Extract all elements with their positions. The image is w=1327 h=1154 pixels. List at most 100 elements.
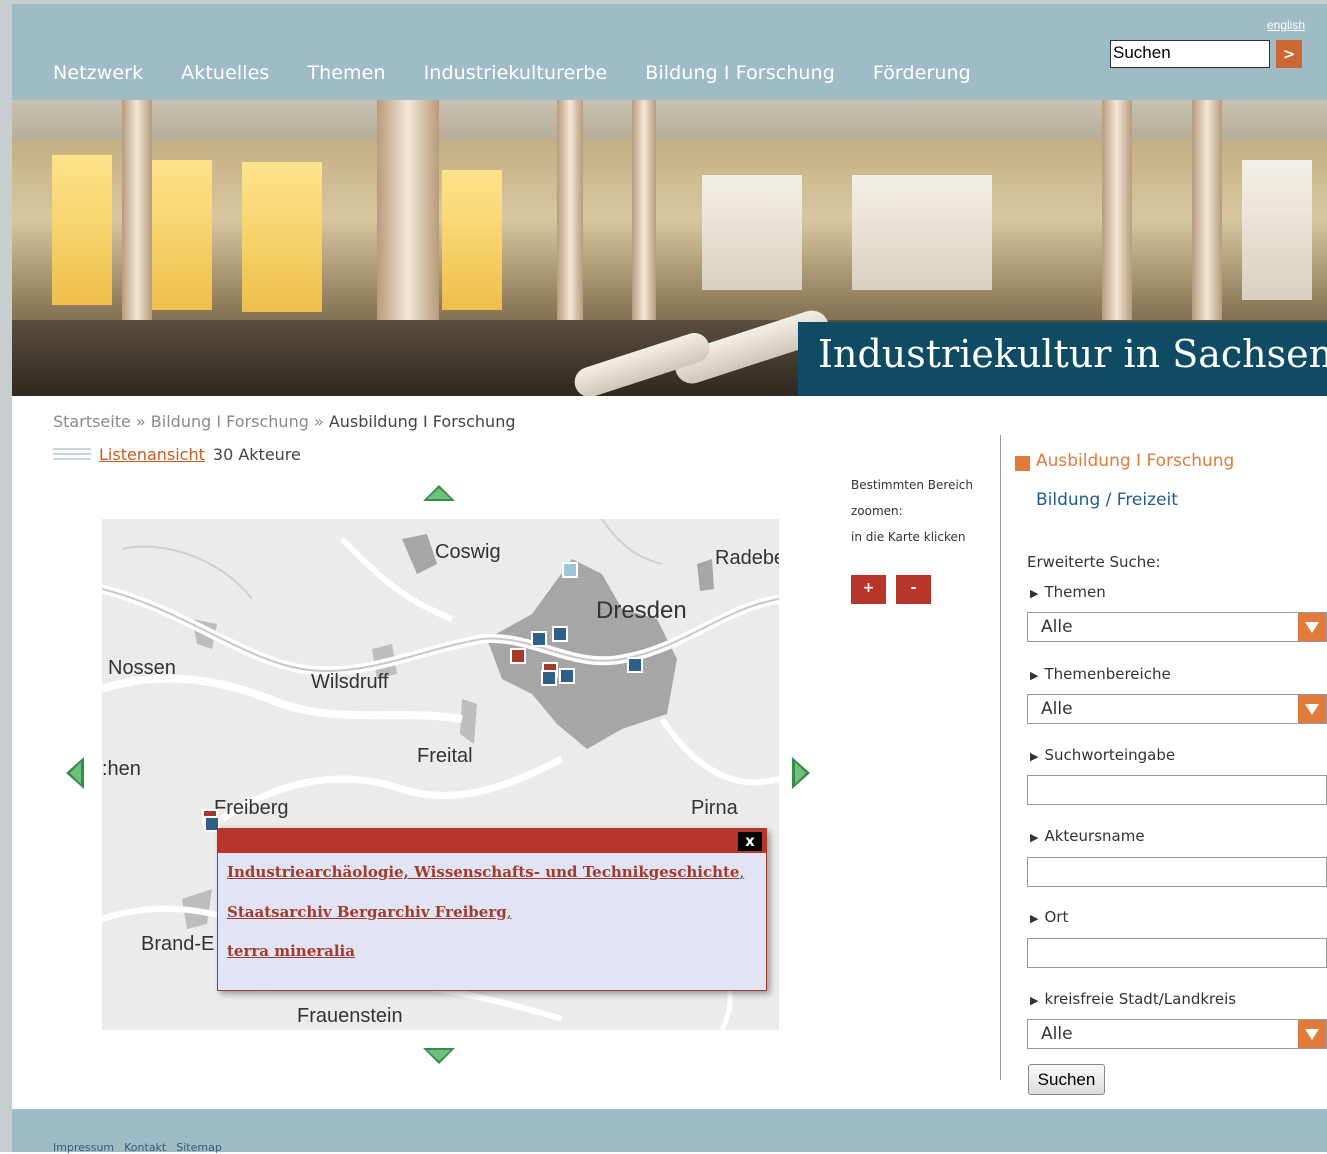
breadcrumb: Startseite » Bildung I Forschung » Ausbi… [53, 412, 516, 431]
map-pan-down-icon[interactable] [421, 1046, 457, 1066]
hero-window [142, 160, 212, 310]
site-title: Industriekultur in Sachsen [818, 332, 1327, 376]
popup-link-comma: , [506, 903, 512, 921]
map-marker[interactable] [562, 562, 578, 578]
footer-link-impressum[interactable]: Impressum [53, 1141, 114, 1154]
filter-label-akteursname: Akteursname [1030, 827, 1144, 845]
map-pan-right-icon[interactable] [790, 755, 812, 791]
hero-window [442, 170, 502, 310]
filter-label-ort: Ort [1030, 908, 1068, 926]
nav-item-bildung-forschung[interactable]: Bildung I Forschung [645, 62, 835, 84]
breadcrumb-separator: » [308, 412, 329, 431]
list-view-icon[interactable] [53, 446, 91, 464]
nav-item-foerderung[interactable]: Förderung [873, 62, 971, 84]
map-label-dresden: Dresden [596, 597, 687, 624]
footer-links: Impressum Kontakt Sitemap [53, 1141, 222, 1154]
popup-link-terra-mineralia[interactable]: terra mineralia [227, 942, 355, 960]
themenbereiche-select-value: Alle [1041, 699, 1073, 719]
hero-pillar [1192, 100, 1222, 320]
map-info-popup: x Industriearchäologie, Wissenschafts- u… [217, 828, 767, 991]
zoom-hint-line3: in die Karte klicken [851, 530, 966, 544]
hero-pillar [557, 100, 583, 320]
list-view-row: Listenansicht 30 Akteure [53, 445, 301, 464]
hero-window [852, 175, 992, 290]
search-submit-button[interactable]: Suchen [1028, 1064, 1105, 1095]
akteursname-input[interactable] [1027, 857, 1327, 887]
map-label-nossen: Nossen [108, 657, 176, 679]
filter-label-kreis: kreisfreie Stadt/Landkreis [1030, 990, 1236, 1008]
list-view-link[interactable]: Listenansicht [99, 445, 205, 464]
chevron-down-icon[interactable] [1298, 613, 1326, 641]
map-marker[interactable] [627, 657, 643, 673]
map-marker[interactable] [541, 670, 557, 686]
actor-count: 30 Akteure [212, 445, 301, 464]
hero-window [1242, 160, 1312, 300]
ort-input[interactable] [1027, 938, 1327, 968]
breadcrumb-parent[interactable]: Bildung I Forschung [151, 412, 309, 431]
themen-select-value: Alle [1041, 617, 1073, 637]
map-marker[interactable] [559, 668, 575, 684]
themen-select[interactable]: Alle [1027, 612, 1327, 642]
map-marker[interactable] [531, 631, 547, 647]
map-label-freital: Freital [417, 745, 473, 767]
zoom-out-button[interactable]: - [896, 575, 931, 604]
popup-link-industriearchaeologie[interactable]: Industriearchäologie, Wissenschafts- und… [227, 863, 739, 881]
site-header: english Suchen > Netzwerk Aktuelles Them… [12, 4, 1327, 100]
site-footer: Impressum Kontakt Sitemap [12, 1109, 1327, 1154]
map-label-frauenstein: Frauenstein [297, 1005, 403, 1027]
page-frame-left [0, 0, 12, 1152]
map-label-wilsdruff: Wilsdruff [311, 671, 389, 693]
nav-item-industriekulturerbe[interactable]: Industriekulturerbe [424, 62, 608, 84]
map-pan-up-icon[interactable] [421, 483, 457, 503]
chevron-down-icon[interactable] [1298, 695, 1326, 723]
footer-link-kontakt[interactable]: Kontakt [124, 1141, 166, 1154]
map-marker[interactable] [510, 648, 526, 664]
zoom-in-button[interactable]: + [851, 575, 886, 604]
hero-pillar [1102, 100, 1132, 320]
map-label-freiberg: Freiberg [214, 797, 289, 819]
language-link-english[interactable]: english [1267, 18, 1305, 32]
map-label-brand-erbisdorf: Brand-E [141, 933, 215, 955]
sidebar-category-heading[interactable]: Ausbildung I Forschung [1036, 451, 1234, 471]
breadcrumb-separator: » [130, 412, 151, 431]
map-marker[interactable] [552, 626, 568, 642]
zoom-hint-line2: zoomen: [851, 504, 903, 518]
filter-label-suchwort: Suchworteingabe [1030, 746, 1175, 764]
chevron-down-icon[interactable] [1298, 1020, 1326, 1048]
footer-link-sitemap[interactable]: Sitemap [176, 1141, 222, 1154]
filter-label-themen: Themen [1030, 583, 1105, 601]
header-search-input[interactable]: Suchen [1110, 40, 1270, 68]
popup-link-1: Staatsarchiv Bergarchiv Freiberg, [227, 903, 512, 921]
category-square-icon [1015, 456, 1030, 471]
zoom-hint: Bestimmten Bereich zoomen: in die Karte … [851, 472, 981, 550]
nav-item-aktuelles[interactable]: Aktuelles [181, 62, 269, 84]
map-label-pirna: Pirna [691, 797, 738, 819]
breadcrumb-current: Ausbildung I Forschung [328, 412, 516, 431]
sidebar-subcategory[interactable]: Bildung / Freizeit [1036, 490, 1178, 510]
nav-item-netzwerk[interactable]: Netzwerk [53, 62, 143, 84]
kreis-select-value: Alle [1041, 1024, 1073, 1044]
hero-window [242, 162, 322, 312]
map-label-coswig: Coswig [435, 541, 501, 563]
filter-label-themenbereiche: Themenbereiche [1030, 665, 1170, 683]
map-label-radebeul: Radebe [715, 547, 779, 569]
breadcrumb-home[interactable]: Startseite [53, 412, 131, 431]
suchwort-input[interactable] [1027, 775, 1327, 805]
popup-close-button[interactable]: x [738, 832, 762, 851]
sidebar-divider [1000, 435, 1001, 1080]
popup-link-comma: , [739, 863, 745, 881]
hero-window [702, 175, 802, 290]
header-search-button[interactable]: > [1276, 40, 1302, 68]
extended-search-label: Erweiterte Suche: [1027, 553, 1161, 571]
popup-link-0: Industriearchäologie, Wissenschafts- und… [227, 863, 744, 881]
zoom-hint-line1: Bestimmten Bereich [851, 478, 973, 492]
map-pan-left-icon[interactable] [64, 755, 86, 791]
popup-titlebar [218, 829, 766, 853]
map-label-chen: :hen [102, 758, 141, 780]
nav-item-themen[interactable]: Themen [307, 62, 385, 84]
kreis-select[interactable]: Alle [1027, 1019, 1327, 1049]
hero-pillar [632, 100, 656, 320]
hero-image-factory-hall: Industriekultur in Sachsen [12, 100, 1327, 396]
popup-link-staatsarchiv[interactable]: Staatsarchiv Bergarchiv Freiberg [227, 903, 507, 921]
themenbereiche-select[interactable]: Alle [1027, 694, 1327, 724]
